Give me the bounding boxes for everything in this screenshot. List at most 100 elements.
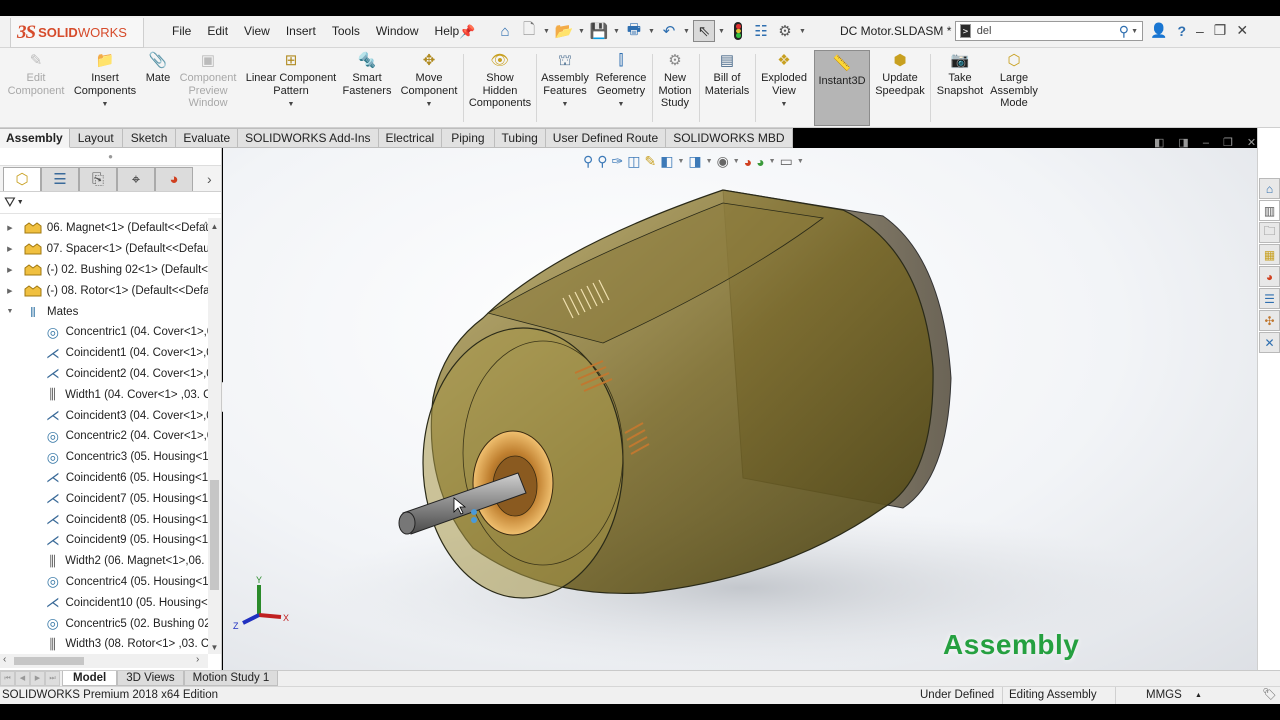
first-tab-icon[interactable]: ⏮ [0, 671, 15, 686]
new-document-icon[interactable]: 🗋 [518, 20, 540, 42]
tile-left-icon[interactable]: ◧ [1154, 136, 1164, 149]
tree-mate-row[interactable]: ◎ Concentric4 (05. Housing<1: [0, 572, 210, 593]
new-dropdown[interactable]: ▼ [542, 28, 551, 35]
display-manager-icon[interactable]: ◕ [155, 166, 193, 191]
tree-mate-row[interactable]: ◎ Concentric2 (04. Cover<1>,0 [0, 426, 210, 447]
restore-button[interactable]: ❐ [1214, 22, 1227, 39]
tree-mate-row[interactable]: ⋌ Coincident10 (05. Housing<1 [0, 592, 210, 613]
solidworks-logo[interactable]: 3S SOLID WORKS [10, 18, 144, 48]
scroll-up-icon[interactable]: ▲ [208, 222, 221, 231]
tree-mate-row[interactable]: ⋌ Coincident1 (04. Cover<1>,0 [0, 343, 210, 364]
solidworks-forum-icon[interactable]: ✣ [1259, 310, 1280, 331]
tree-mate-row[interactable]: ◎ Concentric5 (02. Bushing 02- [0, 613, 210, 634]
minimize-button[interactable]: – [1196, 23, 1204, 39]
tab-tubing[interactable]: Tubing [494, 128, 546, 148]
scroll-left-icon[interactable]: ‹ [3, 654, 6, 665]
doc-restore-button[interactable]: ❐ [1223, 136, 1233, 149]
scroll-thumb[interactable] [14, 657, 84, 665]
doc-minimize-button[interactable]: – [1203, 137, 1209, 149]
3dexperience-icon[interactable]: ✕ [1259, 332, 1280, 353]
file-explorer-icon[interactable]: 🗀 [1259, 222, 1280, 243]
tree-component-row[interactable]: ▶ 06. Magnet<1> (Default<<Defau [0, 218, 210, 239]
scroll-right-icon[interactable]: › [196, 654, 199, 665]
units-selector[interactable]: MMGS [1115, 687, 1182, 704]
tree-mate-row[interactable]: ◎ Concentric1 (04. Cover<1>,0 [0, 322, 210, 343]
close-button[interactable]: ✕ [1236, 22, 1248, 39]
exploded-view-button[interactable]: ❖ Exploded View ▼ [758, 52, 810, 112]
tree-component-row[interactable]: ▶ (-) 02. Bushing 02<1> (Default<< [0, 260, 210, 281]
update-speedpak-button[interactable]: ⬢ Update Speedpak [874, 52, 926, 97]
menu-file[interactable]: File [164, 24, 199, 38]
take-snapshot-button[interactable]: 📷 Take Snapshot [934, 52, 986, 97]
search-input[interactable] [976, 25, 1119, 37]
tree-mate-row[interactable]: ⋌ Coincident2 (04. Cover<1>,0 [0, 364, 210, 385]
scroll-down-icon[interactable]: ▼ [208, 643, 221, 652]
dimxpert-icon[interactable]: ⌖ [117, 166, 155, 191]
solidworks-resources-icon[interactable]: ⌂ [1259, 178, 1280, 199]
units-dropdown-icon[interactable]: ▲ [1195, 687, 1202, 704]
instant3d-button[interactable]: 📏 Instant3D [814, 50, 870, 126]
featuremanager-tree-icon[interactable]: ⬡ [3, 166, 41, 191]
tab-user-defined-route[interactable]: User Defined Route [545, 128, 667, 148]
tree-mate-row[interactable]: ⋌ Coincident8 (05. Housing<1: [0, 509, 210, 530]
last-tab-icon[interactable]: ⏭ [45, 671, 60, 686]
tree-mate-row[interactable]: ⫼ Width1 (04. Cover<1> ,03. Co [0, 384, 210, 405]
prev-tab-icon[interactable]: ◀ [15, 671, 30, 686]
tab-motion-study-1[interactable]: Motion Study 1 [183, 671, 279, 686]
collapse-arrow-icon[interactable]: ▼ [3, 308, 17, 315]
custom-properties-icon[interactable]: ☰ [1259, 288, 1280, 309]
tags-icon[interactable]: 🏷 [1262, 687, 1277, 704]
home-icon[interactable]: ⌂ [494, 20, 516, 42]
mate-button[interactable]: 📎 Mate [143, 52, 173, 85]
dropdown-arrow-icon[interactable]: ▼ [288, 99, 295, 112]
user-account-icon[interactable]: 👤 [1150, 22, 1167, 39]
select-icon[interactable]: ⇖ [693, 20, 715, 42]
view-palette-icon[interactable]: ▦ [1259, 244, 1280, 265]
open-icon[interactable]: 📂 [553, 20, 575, 42]
options-dropdown[interactable]: ▼ [798, 28, 807, 35]
large-assembly-mode-button[interactable]: ⬡ Large Assembly Mode [988, 52, 1040, 110]
tree-mate-row[interactable]: ⫼ Width2 (06. Magnet<1>,06. M [0, 551, 210, 572]
select-dropdown[interactable]: ▼ [717, 28, 726, 35]
tab-layout[interactable]: Layout [69, 128, 123, 148]
tree-component-row[interactable]: ▶ 07. Spacer<1> (Default<<Default [0, 239, 210, 260]
expand-arrow-icon[interactable]: ▶ [3, 266, 17, 274]
tile-right-icon[interactable]: ◨ [1178, 136, 1188, 149]
tab-model[interactable]: Model [62, 671, 118, 686]
expand-arrow-icon[interactable]: ▶ [3, 287, 17, 295]
tree-mate-row[interactable]: ⋌ Coincident7 (05. Housing<1: [0, 488, 210, 509]
graphics-area[interactable]: ⚲ ⚲ ✑ ◫ ✎ ◧ ▼ ◨ ▼ ◉ ▼ ◕ ◕ ▼ ▭ ▼ Y X Z As… [223, 148, 1257, 670]
design-library-icon[interactable]: ▥ [1259, 200, 1280, 221]
propertymanager-icon[interactable]: ☰ [41, 166, 79, 191]
scroll-thumb[interactable] [210, 480, 219, 590]
insert-components-button[interactable]: 📁 Insert Components ▼ [72, 52, 138, 112]
tab-sketch[interactable]: Sketch [122, 128, 177, 148]
dropdown-arrow-icon[interactable]: ▼ [562, 99, 569, 112]
tab-solidworks-mbd[interactable]: SOLIDWORKS MBD [666, 128, 793, 148]
tree-horizontal-scrollbar[interactable]: ‹ › [0, 654, 208, 668]
configurationmanager-icon[interactable]: ⎘ [79, 166, 117, 191]
save-dropdown[interactable]: ▼ [612, 28, 621, 35]
dropdown-arrow-icon[interactable]: ▼ [781, 99, 788, 112]
options-icon[interactable]: ⚙ [774, 20, 796, 42]
smart-fasteners-button[interactable]: 🔩 Smart Fasteners [342, 52, 392, 97]
show-hidden-components-button[interactable]: 👁 Show Hidden Components [467, 52, 533, 110]
assembly-features-button[interactable]: ⛫ Assembly Features ▼ [540, 52, 590, 112]
tree-mate-row[interactable]: ◎ Concentric3 (05. Housing<1: [0, 447, 210, 468]
save-icon[interactable]: 💾 [588, 20, 610, 42]
dropdown-arrow-icon[interactable]: ▼ [618, 99, 625, 112]
help-icon[interactable]: ? [1177, 23, 1186, 39]
new-motion-study-button[interactable]: ⚙ New Motion Study [655, 52, 695, 110]
tab-evaluate[interactable]: Evaluate [176, 128, 239, 148]
reference-geometry-button[interactable]: ⫿ Reference Geometry ▼ [594, 52, 648, 112]
tree-mate-row[interactable]: ⋌ Coincident3 (04. Cover<1>,0 [0, 405, 210, 426]
search-dropdown-icon[interactable]: ▼ [1131, 28, 1138, 35]
tab-electrical[interactable]: Electrical [378, 128, 443, 148]
tree-mate-row[interactable]: ⋌ Coincident9 (05. Housing<1: [0, 530, 210, 551]
linear-component-pattern-button[interactable]: ⊞ Linear Component Pattern ▼ [244, 52, 338, 112]
print-icon[interactable]: 🖶 [623, 20, 645, 42]
rebuild-icon[interactable] [734, 22, 742, 40]
chevron-right-icon[interactable]: › [207, 171, 212, 187]
next-tab-icon[interactable]: ▶ [30, 671, 45, 686]
tab-solidworks-add-ins[interactable]: SOLIDWORKS Add-Ins [238, 128, 379, 148]
